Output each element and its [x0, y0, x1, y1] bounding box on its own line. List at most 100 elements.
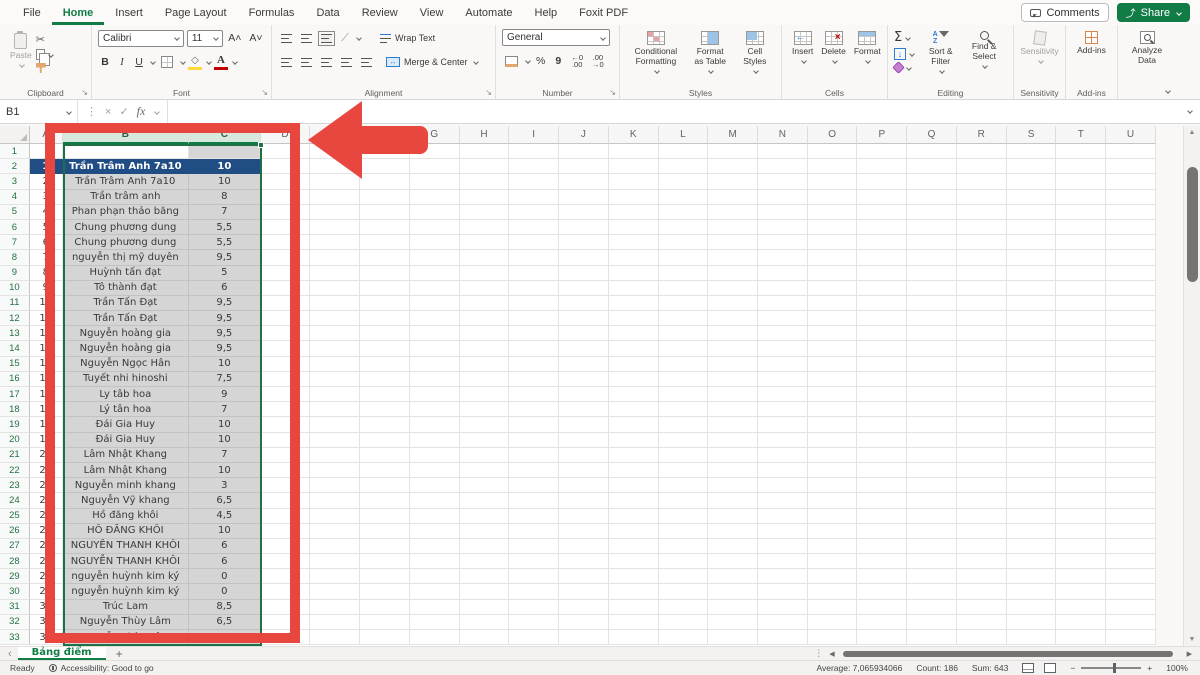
cell-L2[interactable]: [659, 159, 709, 174]
cell-R20[interactable]: [957, 433, 1007, 448]
cell-D1[interactable]: [261, 144, 311, 159]
cell-K12[interactable]: [609, 311, 659, 326]
merge-center-button[interactable]: ↔Merge & Center: [383, 54, 481, 70]
cell-M13[interactable]: [708, 326, 758, 341]
cell-A5[interactable]: 4: [30, 205, 63, 220]
cell-I6[interactable]: [509, 220, 559, 235]
cell-H18[interactable]: [460, 402, 510, 417]
sort-filter-button[interactable]: AZ Sort & Filter: [920, 29, 961, 75]
cell-L6[interactable]: [659, 220, 709, 235]
cell-J16[interactable]: [559, 372, 609, 387]
cell-C21[interactable]: 7: [189, 448, 261, 463]
cell-H26[interactable]: [460, 524, 510, 539]
column-header-N[interactable]: N: [758, 126, 808, 144]
cell-R9[interactable]: [957, 266, 1007, 281]
column-header-C[interactable]: C: [189, 126, 261, 144]
cell-P11[interactable]: [857, 296, 907, 311]
vertical-scrollbar[interactable]: ▲ ▼: [1183, 126, 1200, 646]
cell-P31[interactable]: [857, 600, 907, 615]
cell-S10[interactable]: [1007, 281, 1057, 296]
cell-P4[interactable]: [857, 190, 907, 205]
cell-P7[interactable]: [857, 235, 907, 250]
cell-M21[interactable]: [708, 448, 758, 463]
cell-G18[interactable]: [410, 402, 460, 417]
cell-I3[interactable]: [509, 174, 559, 189]
tab-foxit-pdf[interactable]: Foxit PDF: [568, 0, 639, 25]
cell-F9[interactable]: [360, 266, 410, 281]
cell-P15[interactable]: [857, 357, 907, 372]
cell-U4[interactable]: [1106, 190, 1156, 205]
cell-N10[interactable]: [758, 281, 808, 296]
row-header-27[interactable]: 27: [0, 539, 30, 554]
row-header-11[interactable]: 11: [0, 296, 30, 311]
cell-D32[interactable]: [261, 615, 311, 630]
sheet-nav-left-icon[interactable]: ‹: [0, 648, 18, 660]
cell-B20[interactable]: Đái Gia Huy: [63, 433, 189, 448]
cell-H5[interactable]: [460, 205, 510, 220]
cell-B14[interactable]: Nguyễn hoàng gia: [63, 341, 189, 356]
cell-B28[interactable]: NGUYỄN THANH KHÔI: [63, 554, 189, 569]
cell-N15[interactable]: [758, 357, 808, 372]
cell-D27[interactable]: [261, 539, 311, 554]
cell-C32[interactable]: 6,5: [189, 615, 261, 630]
cell-D12[interactable]: [261, 311, 311, 326]
cell-F6[interactable]: [360, 220, 410, 235]
cell-O33[interactable]: [808, 630, 858, 645]
cell-J19[interactable]: [559, 417, 609, 432]
cell-P26[interactable]: [857, 524, 907, 539]
cell-R8[interactable]: [957, 250, 1007, 265]
conditional-formatting-button[interactable]: ConditionalFormatting: [631, 29, 682, 75]
cell-L3[interactable]: [659, 174, 709, 189]
cell-Q21[interactable]: [907, 448, 957, 463]
cell-E17[interactable]: [310, 387, 360, 402]
cell-P12[interactable]: [857, 311, 907, 326]
cell-P9[interactable]: [857, 266, 907, 281]
cell-P14[interactable]: [857, 341, 907, 356]
cell-S14[interactable]: [1007, 341, 1057, 356]
cell-L14[interactable]: [659, 341, 709, 356]
cell-M33[interactable]: [708, 630, 758, 645]
cell-D7[interactable]: [261, 235, 311, 250]
cell-N19[interactable]: [758, 417, 808, 432]
cell-O19[interactable]: [808, 417, 858, 432]
cell-N9[interactable]: [758, 266, 808, 281]
comments-button[interactable]: Comments: [1021, 3, 1108, 22]
cell-M18[interactable]: [708, 402, 758, 417]
borders-button[interactable]: [158, 54, 176, 70]
cell-C1[interactable]: [189, 144, 261, 159]
increase-decimal-button[interactable]: ←0.00: [568, 53, 586, 69]
cell-S21[interactable]: [1007, 448, 1057, 463]
cell-M8[interactable]: [708, 250, 758, 265]
cell-B16[interactable]: Tuyết nhi hinoshi: [63, 372, 189, 387]
cell-I32[interactable]: [509, 615, 559, 630]
cell-Q5[interactable]: [907, 205, 957, 220]
cell-G5[interactable]: [410, 205, 460, 220]
cell-K10[interactable]: [609, 281, 659, 296]
cell-H7[interactable]: [460, 235, 510, 250]
cell-U29[interactable]: [1106, 569, 1156, 584]
column-header-T[interactable]: T: [1056, 126, 1106, 144]
cell-M11[interactable]: [708, 296, 758, 311]
cell-M12[interactable]: [708, 311, 758, 326]
scroll-down-icon[interactable]: ▼: [1189, 633, 1196, 646]
font-dialog-launcher[interactable]: ↘: [261, 88, 268, 97]
cell-J14[interactable]: [559, 341, 609, 356]
cell-J13[interactable]: [559, 326, 609, 341]
cell-O23[interactable]: [808, 478, 858, 493]
cell-N11[interactable]: [758, 296, 808, 311]
cell-R13[interactable]: [957, 326, 1007, 341]
cell-A33[interactable]: 32: [30, 630, 63, 645]
cell-A2[interactable]: 1: [30, 159, 63, 174]
cell-R29[interactable]: [957, 569, 1007, 584]
cell-U1[interactable]: [1106, 144, 1156, 159]
cell-A27[interactable]: 26: [30, 539, 63, 554]
cell-L32[interactable]: [659, 615, 709, 630]
cell-A10[interactable]: 9: [30, 281, 63, 296]
cell-C27[interactable]: 6: [189, 539, 261, 554]
cell-J8[interactable]: [559, 250, 609, 265]
cell-B26[interactable]: HỒ ĐĂNG KHÔI: [63, 524, 189, 539]
cell-P32[interactable]: [857, 615, 907, 630]
cell-O1[interactable]: [808, 144, 858, 159]
cell-S9[interactable]: [1007, 266, 1057, 281]
cell-E4[interactable]: [310, 190, 360, 205]
